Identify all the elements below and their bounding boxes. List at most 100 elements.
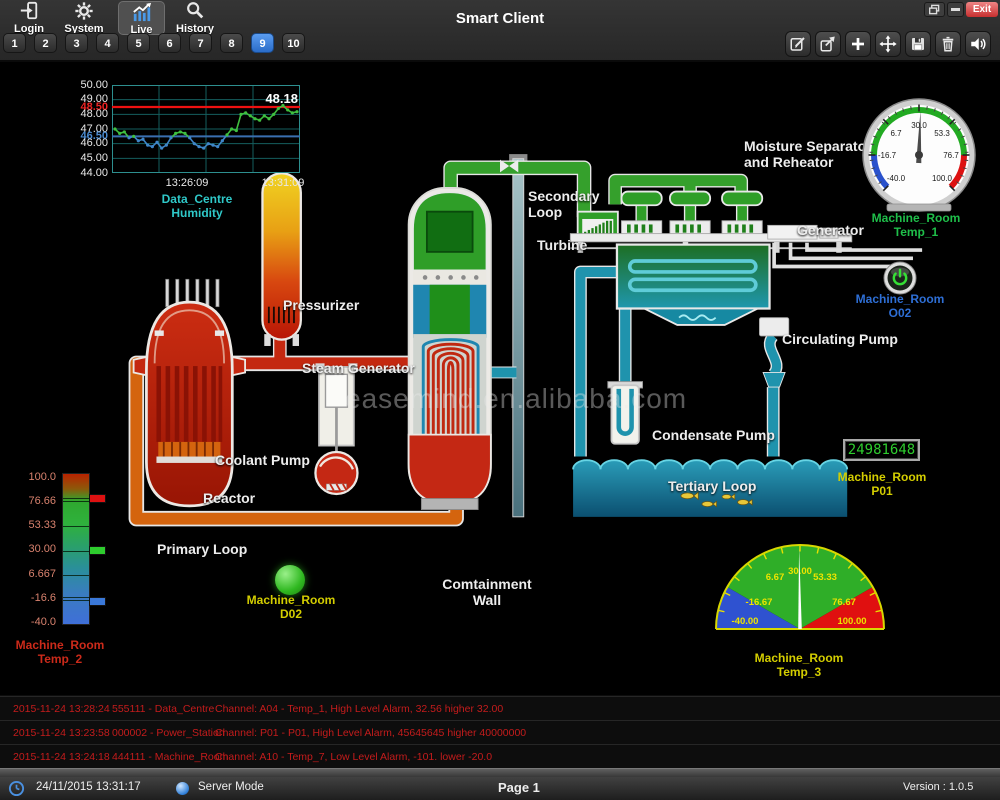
window-title: Smart Client (400, 10, 600, 27)
svg-text:100.00: 100.00 (837, 616, 866, 627)
page-tab-5[interactable]: 5 (127, 33, 150, 53)
containment-wall-graphic (513, 159, 524, 517)
alarm-device: 555111 - Data_Centre (112, 697, 214, 721)
restore-button[interactable] (924, 2, 945, 17)
alarm-message: Channel: A04 - Temp_1, High Level Alarm,… (215, 697, 503, 721)
statusbar-divider (0, 768, 1000, 777)
svg-text:100.0: 100.0 (932, 174, 953, 183)
svg-text:-40.0: -40.0 (887, 174, 906, 183)
page-tab-9[interactable]: 9 (251, 33, 274, 53)
o02-power-button[interactable] (883, 261, 917, 295)
page-tab-7[interactable]: 7 (189, 33, 212, 53)
temp3-gauge: -40.00 -16.67 6.67 30.00 53.33 76.67 100… (712, 543, 888, 633)
audio-button[interactable] (965, 31, 991, 57)
page-tab-3[interactable]: 3 (65, 33, 88, 53)
svg-text:-40.00: -40.00 (732, 616, 759, 627)
svg-text:-16.7: -16.7 (878, 151, 897, 160)
trend-xtick-start: 13:26:09 (152, 177, 222, 189)
server-mode-label: Server Mode (198, 781, 264, 793)
alarm-time: 2015-11-24 13:24:18 (13, 745, 110, 769)
trend-ytick: 50.00 (60, 79, 108, 91)
server-mode-icon (176, 782, 189, 795)
alarm-row[interactable]: 2015-11-24 13:28:24 555111 - Data_Centre… (0, 696, 1000, 721)
svg-text:53.3: 53.3 (934, 129, 950, 138)
page-tab-6[interactable]: 6 (158, 33, 181, 53)
pressurizer-graphic (262, 173, 300, 346)
login-icon (18, 1, 40, 24)
page-tab-4[interactable]: 4 (96, 33, 119, 53)
add-button[interactable] (845, 31, 871, 57)
alarm-device: 444111 - Machine_Room (112, 745, 228, 769)
move-button[interactable] (875, 31, 901, 57)
minimize-icon (951, 8, 960, 11)
login-button[interactable]: Login (8, 1, 50, 33)
save-button[interactable] (905, 31, 931, 57)
alarm-row[interactable]: 2015-11-24 13:24:18 444111 - Machine_Roo… (0, 744, 1000, 769)
page-indicator: Page 1 (498, 780, 540, 795)
moisture-separator-drums (622, 192, 763, 223)
page-tab-8[interactable]: 8 (220, 33, 243, 53)
temp2-bar (62, 473, 90, 625)
circulating-pump-graphic (759, 318, 788, 387)
alarm-message: Channel: P01 - P01, High Level Alarm, 45… (215, 721, 526, 745)
label-primary-loop: Primary Loop (157, 541, 247, 557)
label-turbine: Turbine (537, 237, 587, 253)
label-tertiary-loop: Tertiary Loop (668, 478, 756, 494)
temp1-gauge: -40.0 -16.7 6.7 30.0 53.3 76.7 100.0 (861, 97, 977, 213)
temp2-tick: 53.33 (12, 519, 56, 531)
label-reactor: Reactor (203, 490, 255, 506)
speaker-icon (969, 35, 987, 53)
temp2-tick: 76.66 (12, 495, 56, 507)
history-search-icon (184, 1, 206, 24)
trend-ytick: 46.00 (60, 137, 108, 149)
trend-ytick: 45.00 (60, 152, 108, 164)
clock-icon (8, 780, 25, 797)
trend-ytick: 48.00 (60, 108, 108, 120)
history-button[interactable]: History (170, 1, 220, 33)
alarm-row[interactable]: 2015-11-24 13:23:58 000002 - Power_Stati… (0, 720, 1000, 745)
d02-indicator-led (275, 565, 305, 595)
live-button[interactable]: Live (118, 1, 165, 35)
export-icon (819, 35, 837, 53)
svg-text:6.67: 6.67 (766, 572, 785, 583)
label-condensate-pump: Condensate Pump (652, 427, 775, 443)
gear-icon (73, 1, 95, 24)
trend-xtick-end: 13:31:09 (248, 177, 318, 189)
o02-label: Machine_RoomO02 (830, 292, 970, 320)
exit-button[interactable]: Exit (966, 2, 998, 17)
temp2-tick: -16.6 (12, 592, 56, 604)
temp2-tick: -40.0 (12, 616, 56, 628)
live-chart-icon (130, 2, 154, 25)
system-button[interactable]: System (60, 1, 108, 33)
page-tab-2[interactable]: 2 (34, 33, 57, 53)
label-containment-wall: ComtainmentWall (427, 576, 547, 608)
label-moisture-separator: Moisture Separatorand Reheator (744, 138, 872, 170)
label-circulating-pump: Circulating Pump (782, 331, 898, 347)
label-coolant-pump: Coolant Pump (215, 452, 310, 468)
smart-client-window: Login System Live History Smart Client 1… (0, 0, 1000, 800)
export-button[interactable] (815, 31, 841, 57)
svg-text:6.7: 6.7 (890, 129, 902, 138)
trend-current-value: 48.18 (246, 91, 298, 106)
trend-ytick: 44.00 (60, 167, 108, 179)
delete-button[interactable] (935, 31, 961, 57)
edit-button[interactable] (785, 31, 811, 57)
page-tab-1[interactable]: 1 (3, 33, 26, 53)
condenser (617, 245, 770, 325)
label-secondary-loop: SecondaryLoop (528, 188, 600, 220)
move-icon (879, 35, 897, 53)
restore-icon (928, 4, 941, 15)
reactor-graphic (134, 279, 245, 506)
alarm-time: 2015-11-24 13:28:24 (13, 697, 110, 721)
edit-icon (789, 35, 807, 53)
alarm-message: Channel: A10 - Temp_7, Low Level Alarm, … (215, 745, 492, 769)
watermark-text: easemind.en.alibaba.com (345, 383, 687, 415)
temp2-tick: 30.00 (12, 543, 56, 555)
page-tab-10[interactable]: 10 (282, 33, 305, 53)
trend-title: Data_CentreHumidity (127, 192, 267, 220)
trash-icon (939, 35, 957, 53)
temp2-tick: 100.0 (12, 471, 56, 483)
steam-generator-graphic (409, 188, 491, 510)
minimize-button[interactable] (947, 2, 964, 17)
save-icon (909, 35, 927, 53)
